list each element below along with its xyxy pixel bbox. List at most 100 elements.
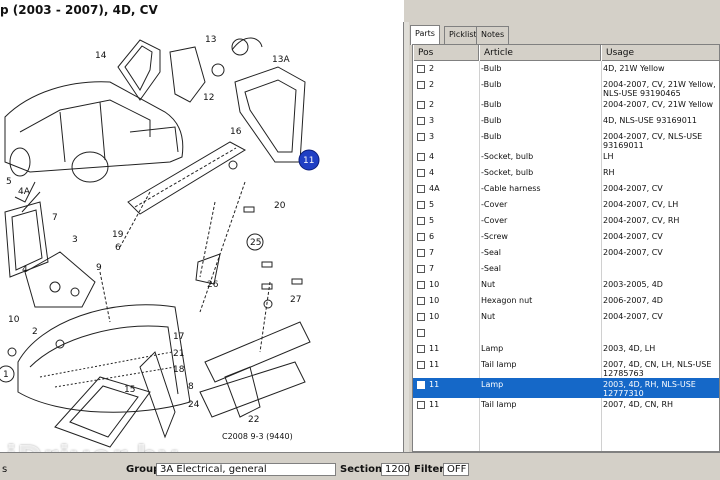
callout-1-circle[interactable]: 1 <box>0 365 15 383</box>
cell-article: -Seal <box>481 248 502 257</box>
callout-24[interactable]: 24 <box>188 400 200 410</box>
table-row[interactable]: 10 Nut 2003-2005, 4D <box>413 278 719 294</box>
row-checkbox[interactable] <box>417 381 425 389</box>
table-row[interactable]: 7 -Seal <box>413 262 719 278</box>
row-checkbox[interactable] <box>417 133 425 141</box>
table-row[interactable]: 7 -Seal 2004-2007, CV <box>413 246 719 262</box>
callout-16[interactable]: 16 <box>230 127 242 137</box>
table-row[interactable]: 4 -Socket, bulb LH <box>413 150 719 166</box>
table-row[interactable]: 3 -Bulb 4D, NLS-USE 93169011 <box>413 114 719 130</box>
callout-4a[interactable]: 4A <box>18 187 31 197</box>
row-checkbox[interactable] <box>417 101 425 109</box>
table-row[interactable]: 2 -Bulb 4D, 21W Yellow <box>413 62 719 78</box>
row-checkbox[interactable] <box>417 361 425 369</box>
row-checkbox[interactable] <box>417 153 425 161</box>
callout-22[interactable]: 22 <box>248 415 259 425</box>
callout-8[interactable]: 8 <box>188 382 194 392</box>
row-checkbox[interactable] <box>417 185 425 193</box>
cell-article: Tail lamp <box>481 400 517 409</box>
cell-article: Nut <box>481 280 496 289</box>
row-checkbox[interactable] <box>417 401 425 409</box>
callout-20[interactable]: 20 <box>274 201 286 211</box>
table-row[interactable]: 2 -Bulb 2004-2007, CV, 21W Yellow, NLS-USE … <box>413 78 719 98</box>
row-checkbox[interactable] <box>417 265 425 273</box>
table-row[interactable]: 4 -Socket, bulb RH <box>413 166 719 182</box>
diagram-copyright: C2008 9-3 (9440) <box>222 432 293 441</box>
column-header-usage[interactable]: Usage <box>601 45 719 61</box>
cell-article: -Cover <box>481 216 508 225</box>
table-row[interactable] <box>413 326 719 342</box>
table-row[interactable]: 11 Tail lamp 2007, 4D, CN, RH <box>413 398 719 414</box>
row-checkbox[interactable] <box>417 313 425 321</box>
row-checkbox[interactable] <box>417 345 425 353</box>
callout-12[interactable]: 12 <box>203 93 214 103</box>
callout-2[interactable]: 2 <box>32 327 38 337</box>
table-row[interactable]: 2 -Bulb 2004-2007, CV, 21W Yellow <box>413 98 719 114</box>
cell-pos: 2 <box>429 80 435 89</box>
row-checkbox[interactable] <box>417 217 425 225</box>
callout-27[interactable]: 27 <box>290 295 301 305</box>
row-checkbox[interactable] <box>417 297 425 305</box>
callout-4[interactable]: 4 <box>22 265 28 275</box>
table-header: Pos Article Usage <box>413 45 719 61</box>
tab-notes[interactable]: Notes <box>476 26 510 44</box>
cell-usage-line: 93169011 <box>603 141 644 150</box>
callout-11-highlight[interactable]: 11 <box>298 149 320 171</box>
table-row[interactable]: 11 Lamp 2003, 4D, LH <box>413 342 719 358</box>
row-checkbox[interactable] <box>417 249 425 257</box>
cell-usage-line: 2004-2007, CV, 21W Yellow, <box>603 80 716 89</box>
callout-25[interactable]: 25 <box>250 238 261 248</box>
callout-6[interactable]: 6 <box>115 243 121 253</box>
callout-1[interactable]: 1 <box>3 370 9 380</box>
table-row[interactable]: 11 Tail lamp 2007, 4D, CN, LH, NLS-USE 1278… <box>413 358 719 378</box>
diagram-scrollbar[interactable] <box>404 22 409 452</box>
table-row[interactable]: 6 -Screw 2004-2007, CV <box>413 230 719 246</box>
callout-13a[interactable]: 13A <box>272 55 290 65</box>
cell-pos: 5 <box>429 216 435 225</box>
cell-article: -Bulb <box>481 100 502 109</box>
cell-usage: 4D, 21W Yellow <box>603 64 665 73</box>
callout-17[interactable]: 17 <box>173 332 184 342</box>
cell-usage: 2004-2007, CV <box>603 312 663 321</box>
callout-11[interactable]: 11 <box>303 156 314 166</box>
row-checkbox[interactable] <box>417 169 425 177</box>
callout-10[interactable]: 10 <box>8 315 20 325</box>
callout-3[interactable]: 3 <box>72 235 78 245</box>
callout-25-circle[interactable]: 25 <box>246 233 264 251</box>
table-row[interactable]: 10 Hexagon nut 2006-2007, 4D <box>413 294 719 310</box>
row-checkbox[interactable] <box>417 281 425 289</box>
row-checkbox[interactable] <box>417 81 425 89</box>
table-row[interactable]: 3 -Bulb 2004-2007, CV, NLS-USE 93169011 <box>413 130 719 150</box>
column-header-article[interactable]: Article <box>479 45 601 61</box>
table-row[interactable]: 5 -Cover 2004-2007, CV, RH <box>413 214 719 230</box>
row-checkbox[interactable] <box>417 329 425 337</box>
row-checkbox[interactable] <box>417 117 425 125</box>
callout-5[interactable]: 5 <box>6 177 12 187</box>
section-value-field: 1200 <box>381 463 410 476</box>
callout-21[interactable]: 21 <box>173 349 184 359</box>
row-checkbox[interactable] <box>417 201 425 209</box>
tab-parts[interactable]: Parts <box>410 25 440 45</box>
cell-usage: 2004-2007, CV <box>603 184 663 193</box>
table-row[interactable]: 5 -Cover 2004-2007, CV, LH <box>413 198 719 214</box>
row-checkbox[interactable] <box>417 65 425 73</box>
cell-pos: 4 <box>429 168 435 177</box>
callout-18[interactable]: 18 <box>173 365 185 375</box>
callout-9[interactable]: 9 <box>96 263 102 273</box>
callout-26[interactable]: 26 <box>207 280 219 290</box>
parts-diagram[interactable]: 13 14 13A 12 16 4A 7 5 4 3 20 19 6 26 9 … <box>0 22 404 452</box>
callout-7[interactable]: 7 <box>52 213 58 223</box>
callout-19[interactable]: 19 <box>112 230 124 240</box>
row-checkbox[interactable] <box>417 233 425 241</box>
cell-article: -Socket, bulb <box>481 152 534 161</box>
table-row[interactable]: 4A -Cable harness 2004-2007, CV <box>413 182 719 198</box>
column-header-pos[interactable]: Pos <box>413 45 479 61</box>
cell-usage: 2004-2007, CV, 21W Yellow, NLS-USE 931904… <box>603 80 716 98</box>
table-row[interactable]: 10 Nut 2004-2007, CV <box>413 310 719 326</box>
callout-15[interactable]: 15 <box>124 385 135 395</box>
callout-14[interactable]: 14 <box>95 51 107 61</box>
diagram-title: p (2003 - 2007), 4D, CV <box>0 3 158 17</box>
table-row-selected[interactable]: 11 Lamp 2003, 4D, RH, NLS-USE 12777310 <box>413 378 719 398</box>
cell-pos: 2 <box>429 64 435 73</box>
callout-13[interactable]: 13 <box>205 35 216 45</box>
